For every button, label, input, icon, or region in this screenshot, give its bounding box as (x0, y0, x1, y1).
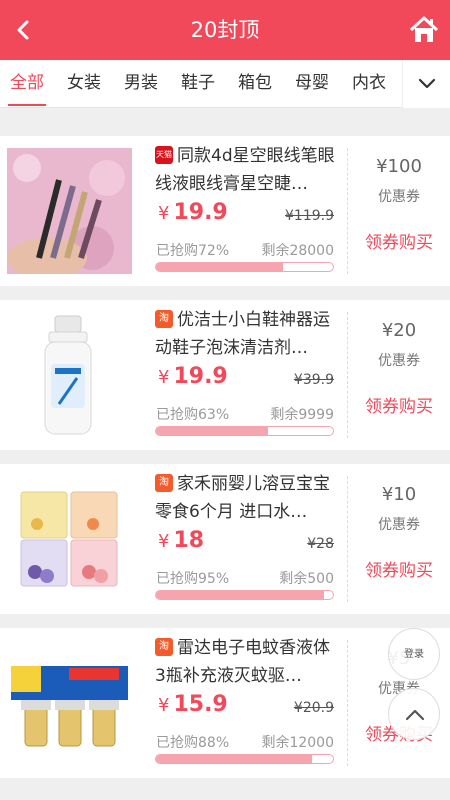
progress-bar (155, 262, 334, 272)
original-price: ¥28 (307, 536, 334, 552)
product-price: ¥15.9 (158, 692, 228, 717)
home-button[interactable] (408, 14, 440, 46)
progress-bar (155, 426, 334, 436)
product-name[interactable]: 优洁士小白鞋神器运动鞋子泡沫清洁剂… (155, 306, 335, 362)
taobao-badge: 淘 (155, 310, 173, 328)
tab-all[interactable]: 全部 (10, 60, 44, 106)
tmall-badge: 天猫 (155, 146, 173, 164)
remaining-count: 剩余500 (279, 571, 334, 587)
claim-coupon-button[interactable]: 领券购买 (348, 556, 450, 581)
page-title: 20封顶 (190, 18, 260, 42)
home-icon (409, 16, 439, 42)
claim-coupon-button[interactable]: 领券购买 (348, 392, 450, 417)
more-categories-button[interactable] (402, 60, 450, 108)
sold-percentage: 已抢购88% (156, 735, 230, 751)
login-float-button[interactable]: 登录 (388, 628, 440, 680)
currency-symbol: ¥ (158, 203, 170, 224)
product-price: ¥19.9 (158, 200, 228, 225)
coupon-label: 优惠券 (378, 189, 420, 205)
chevron-down-icon (418, 78, 436, 89)
category-tabs: 全部 女装 男装 鞋子 箱包 母婴 内衣 (0, 60, 450, 108)
progress-fill (156, 591, 325, 599)
product-image-shoe-cleaner (7, 312, 132, 438)
progress-fill (156, 263, 284, 271)
price-value: 15.9 (173, 692, 228, 717)
product-image-eyeliner (7, 148, 132, 274)
product-image-mosquito-liquid (7, 640, 132, 766)
sold-percentage: 已抢购63% (156, 407, 230, 423)
product-name[interactable]: 同款4d星空眼线笔眼线液眼线膏星空睫… (155, 142, 335, 198)
original-price: ¥119.9 (285, 208, 334, 224)
product-card[interactable]: 雷达电子电蚊香液体3瓶补充液灭蚊驱… 淘 ¥15.9 ¥20.9 已抢购88% … (0, 628, 450, 778)
product-price: ¥18 (158, 528, 204, 553)
top-bar: 20封顶 (0, 0, 450, 60)
tab-women[interactable]: 女装 (67, 60, 101, 106)
back-to-top-button[interactable] (388, 688, 440, 740)
tab-men[interactable]: 男装 (124, 60, 158, 106)
active-tab-indicator (8, 104, 46, 106)
product-card[interactable]: 优洁士小白鞋神器运动鞋子泡沫清洁剂… 淘 ¥19.9 ¥39.9 已抢购63% … (0, 300, 450, 450)
tab-baby[interactable]: 母婴 (295, 60, 329, 106)
remaining-count: 剩余12000 (261, 735, 334, 751)
taobao-badge: 淘 (155, 474, 173, 492)
coupon-value: ¥100 (376, 156, 422, 177)
product-name[interactable]: 雷达电子电蚊香液体3瓶补充液灭蚊驱… (155, 634, 335, 690)
tab-bags[interactable]: 箱包 (238, 60, 272, 106)
price-value: 18 (173, 528, 205, 553)
progress-bar (155, 754, 334, 764)
sold-percentage: 已抢购95% (156, 571, 230, 587)
original-price: ¥39.9 (293, 372, 334, 388)
coupon-label: 优惠券 (378, 517, 420, 533)
price-value: 19.9 (173, 364, 228, 389)
product-card[interactable]: 家禾丽婴儿溶豆宝宝零食6个月 进口水… 淘 ¥18 ¥28 已抢购95% 剩余5… (0, 464, 450, 614)
remaining-count: 剩余9999 (270, 407, 334, 423)
currency-symbol: ¥ (158, 367, 170, 388)
progress-bar (155, 590, 334, 600)
product-name[interactable]: 家禾丽婴儿溶豆宝宝零食6个月 进口水… (155, 470, 335, 526)
product-image-baby-snack (7, 476, 132, 602)
currency-symbol: ¥ (158, 531, 170, 552)
remaining-count: 剩余28000 (261, 243, 334, 259)
tab-underwear[interactable]: 内衣 (352, 60, 386, 106)
chevron-up-icon (405, 709, 425, 721)
tab-shoes[interactable]: 鞋子 (181, 60, 215, 106)
claim-coupon-button[interactable]: 领券购买 (348, 228, 450, 253)
original-price: ¥20.9 (293, 700, 334, 716)
coupon-value: ¥20 (381, 320, 417, 341)
product-price: ¥19.9 (158, 364, 228, 389)
currency-symbol: ¥ (158, 695, 170, 716)
coupon-value: ¥10 (381, 484, 417, 505)
taobao-badge: 淘 (155, 638, 173, 656)
progress-fill (156, 427, 268, 435)
product-list: 同款4d星空眼线笔眼线液眼线膏星空睫… 天猫 ¥19.9 ¥119.9 已抢购7… (0, 108, 450, 800)
sold-percentage: 已抢购72% (156, 243, 230, 259)
product-card[interactable]: 同款4d星空眼线笔眼线液眼线膏星空睫… 天猫 ¥19.9 ¥119.9 已抢购7… (0, 136, 450, 286)
coupon-label: 优惠券 (378, 353, 420, 369)
progress-fill (156, 755, 312, 763)
price-value: 19.9 (173, 200, 228, 225)
